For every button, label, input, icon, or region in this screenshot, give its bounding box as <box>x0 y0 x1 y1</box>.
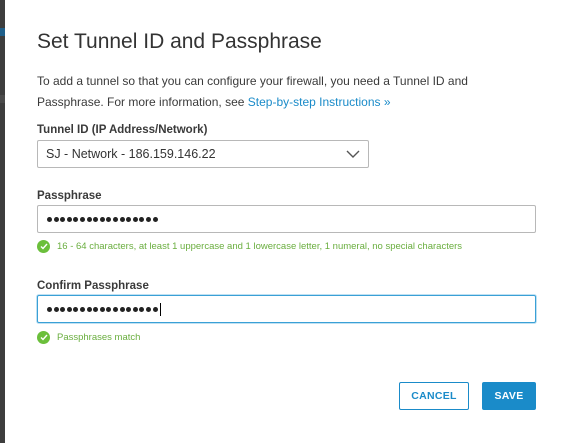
passphrase-label: Passphrase <box>37 190 102 202</box>
mask-dot <box>93 306 99 312</box>
mask-dot <box>119 216 125 222</box>
mask-dot <box>53 306 59 312</box>
tunnel-dialog: Set Tunnel ID and Passphrase To add a tu… <box>5 0 570 443</box>
dialog-title: Set Tunnel ID and Passphrase <box>37 30 322 53</box>
mask-dot <box>47 216 52 222</box>
mask-dot <box>79 306 85 312</box>
mask-dot <box>79 216 85 222</box>
save-button[interactable]: SAVE <box>482 382 536 410</box>
confirm-passphrase-field[interactable] <box>37 295 536 323</box>
chevron-down-icon <box>346 150 360 158</box>
mask-dot <box>152 306 158 312</box>
description-line-2: Passphrase. For more information, see <box>37 95 248 109</box>
check-circle-icon <box>37 240 50 253</box>
mask-dot <box>66 216 72 222</box>
mask-dot <box>145 216 151 222</box>
mask-dot <box>73 216 79 222</box>
mask-dot <box>126 216 132 222</box>
confirm-passphrase-label: Confirm Passphrase <box>37 280 149 292</box>
passphrase-hint-text: 16 - 64 characters, at least 1 uppercase… <box>57 241 463 252</box>
mask-dot <box>145 306 151 312</box>
passphrase-field[interactable] <box>37 205 536 233</box>
mask-dot <box>99 306 105 312</box>
dialog-description: To add a tunnel so that you can configur… <box>37 71 497 113</box>
mask-dot <box>60 306 66 312</box>
passphrase-masked-value <box>47 215 159 223</box>
instructions-link[interactable]: Step-by-step Instructions » <box>248 95 391 109</box>
mask-dot <box>86 306 92 312</box>
cancel-button[interactable]: CANCEL <box>399 382 469 410</box>
mask-dot <box>73 306 79 312</box>
mask-dot <box>99 216 105 222</box>
mask-dot <box>132 216 138 222</box>
mask-dot <box>132 306 138 312</box>
mask-dot <box>93 216 99 222</box>
mask-dot <box>86 216 92 222</box>
tunnel-id-value: SJ - Network - 186.159.146.22 <box>46 147 216 161</box>
mask-dot <box>119 306 125 312</box>
tunnel-id-select[interactable]: SJ - Network - 186.159.146.22 <box>37 140 369 168</box>
tunnel-id-label: Tunnel ID (IP Address/Network) <box>37 124 208 136</box>
mask-dot <box>112 216 118 222</box>
description-line-1: To add a tunnel so that you can configur… <box>37 74 468 88</box>
mask-dot <box>60 216 66 222</box>
mask-dot <box>106 216 112 222</box>
passphrase-hint: 16 - 64 characters, at least 1 uppercase… <box>37 240 462 253</box>
mask-dot <box>139 306 145 312</box>
mask-dot <box>47 306 52 312</box>
check-circle-icon <box>37 331 50 344</box>
mask-dot <box>126 306 132 312</box>
mask-dot <box>66 306 72 312</box>
mask-dot <box>152 216 158 222</box>
confirm-passphrase-hint-text: Passphrases match <box>57 332 141 343</box>
mask-dot <box>139 216 145 222</box>
confirm-passphrase-masked-value <box>47 302 162 316</box>
mask-dot <box>53 216 59 222</box>
confirm-passphrase-hint: Passphrases match <box>37 331 140 344</box>
text-caret <box>160 302 162 316</box>
mask-dot <box>106 306 112 312</box>
mask-dot <box>112 306 118 312</box>
